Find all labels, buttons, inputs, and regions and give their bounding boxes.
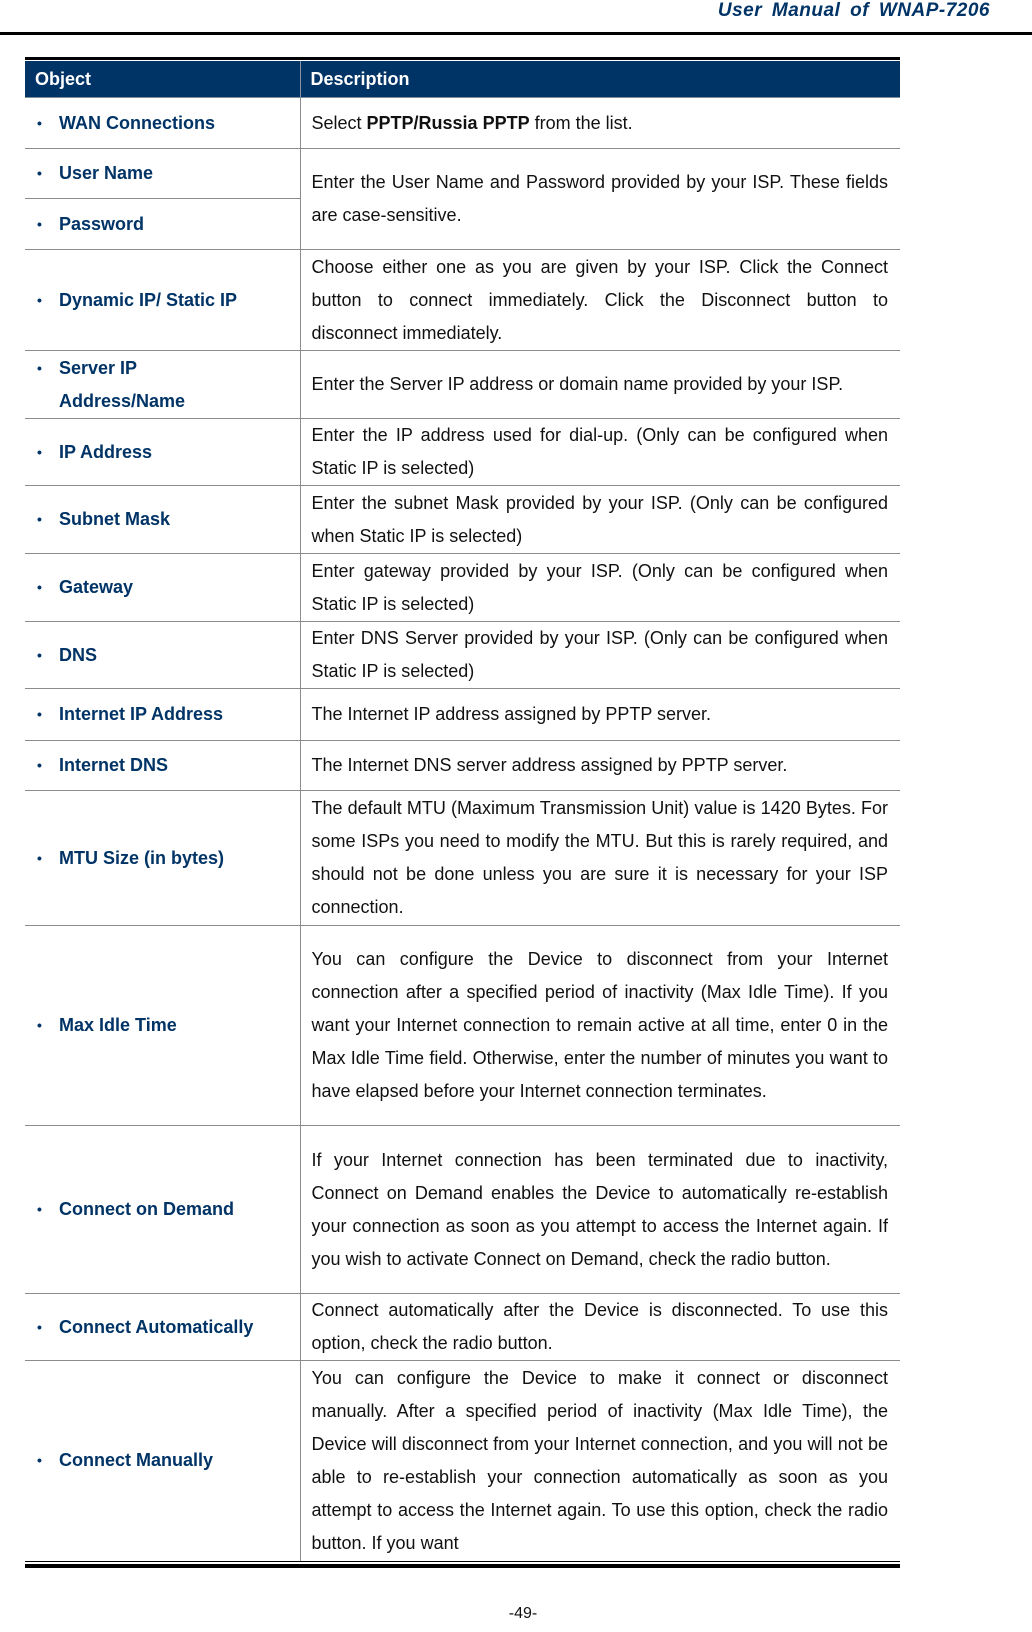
- object-cell: • MTU Size (in bytes): [25, 790, 301, 926]
- description-cell: Select PPTP/Russia PPTP from the list.: [300, 97, 900, 149]
- description-cell: Enter the User Name and Password provide…: [300, 148, 900, 250]
- object-label: Max Idle Time: [59, 1015, 177, 1035]
- object-label: Internet IP Address: [59, 704, 224, 724]
- table-row: • Connect on Demand If your Internet conn…: [25, 1125, 900, 1294]
- object-label: Server IP Address/Name: [59, 357, 186, 411]
- table-header-row: Object Description: [25, 61, 900, 98]
- bullet-icon: •: [37, 511, 42, 527]
- bullet-icon: •: [37, 706, 42, 722]
- object-label: User Name: [59, 163, 154, 183]
- bullet-icon: •: [37, 1452, 42, 1469]
- table-row: • Internet DNS The Internet DNS server ad…: [25, 740, 900, 791]
- description-cell: Choose either one as you are given by yo…: [300, 249, 900, 351]
- description-text: Select: [311, 112, 367, 133]
- description-text: from the list.: [529, 112, 633, 133]
- description-cell: Enter DNS Server provided by your ISP. (…: [300, 621, 900, 689]
- object-cell: • Server IP Address/Name: [25, 350, 301, 419]
- bullet-icon: •: [37, 579, 42, 595]
- table-row: • IP Address Enter the IP address used fo…: [25, 418, 900, 486]
- object-label: DNS: [59, 644, 98, 665]
- page-header: User Manual of WNAP-7206: [0, 0, 1032, 36]
- table-row: • Server IP Address/Name Enter the Server…: [25, 350, 900, 419]
- bullet-icon: •: [37, 443, 42, 460]
- object-cell: • Internet IP Address: [25, 688, 301, 741]
- bullet-icon: •: [37, 215, 42, 232]
- parameter-table: Object Description • WAN Connections Sele…: [25, 57, 900, 1568]
- object-cell: • IP Address: [25, 418, 301, 486]
- table-row: • Max Idle Time You can configure the Dev…: [25, 925, 900, 1126]
- bullet-icon: •: [37, 1201, 42, 1217]
- table-row: • WAN Connections Select PPTP/Russia PPTP…: [25, 97, 900, 149]
- manual-title: User Manual of WNAP-7206: [717, 0, 990, 21]
- object-label: Connect on Demand: [59, 1199, 235, 1219]
- bullet-icon: •: [37, 1017, 42, 1033]
- object-label: Dynamic IP/ Static IP: [59, 289, 238, 310]
- bullet-icon: •: [37, 359, 42, 376]
- object-cell: • Connect on Demand: [25, 1125, 301, 1294]
- object-label: Password: [59, 213, 145, 234]
- object-cell: • Password: [25, 198, 301, 250]
- object-label: MTU Size (in bytes): [59, 847, 225, 868]
- description-cell: You can configure the Device to disconne…: [300, 925, 900, 1126]
- description-cell: The default MTU (Maximum Transmission Un…: [300, 790, 900, 926]
- description-cell: Enter the Server IP address or domain na…: [300, 350, 900, 419]
- table-row: • Dynamic IP/ Static IP Choose either one…: [25, 249, 900, 351]
- table-row: • DNS Enter DNS Server provided by your I…: [25, 621, 900, 689]
- object-cell: • Subnet Mask: [25, 485, 301, 554]
- table-row: • Gateway Enter gateway provided by your …: [25, 553, 900, 622]
- column-header-description: Description: [299, 61, 900, 98]
- bullet-icon: •: [37, 849, 42, 866]
- object-label: Connect Automatically: [59, 1316, 254, 1337]
- object-cell: • Internet DNS: [25, 740, 301, 791]
- bullet-icon: •: [37, 646, 42, 663]
- bullet-icon: •: [37, 1318, 42, 1335]
- object-label: Subnet Mask: [59, 509, 171, 529]
- page-number: -49-: [508, 1605, 538, 1622]
- object-cell: • Gateway: [25, 553, 301, 622]
- description-cell: Enter the subnet Mask provided by your I…: [300, 485, 900, 554]
- table-row: • Connect Automatically Connect automatic…: [25, 1293, 900, 1361]
- column-header-object: Object: [25, 61, 301, 98]
- description-cell: The Internet IP address assigned by PPTP…: [300, 688, 900, 741]
- object-label: WAN Connections: [59, 112, 215, 133]
- bullet-icon: •: [37, 165, 42, 181]
- table-bottom-rule-thick: [25, 1563, 900, 1568]
- description-cell: You can configure the Device to make it …: [311, 1367, 889, 1553]
- object-label: Gateway: [59, 577, 134, 597]
- object-cell: • DNS: [25, 621, 301, 689]
- description-cell: If your Internet connection has been ter…: [300, 1125, 900, 1294]
- object-label: Internet DNS: [59, 755, 169, 775]
- object-cell: • Max Idle Time: [25, 925, 301, 1126]
- table-row: • Internet IP Address The Internet IP add…: [25, 688, 900, 741]
- description-cell: Enter the IP address used for dial-up. (…: [300, 418, 900, 486]
- header-rule: [0, 32, 1032, 35]
- table-row: • User Name Enter the User Name and Passw…: [25, 148, 900, 250]
- object-cell: • Connect Manually: [25, 1360, 301, 1561]
- table-row: • Subnet Mask Enter the subnet Mask provi…: [25, 485, 900, 554]
- table-row: • MTU Size (in bytes) The default MTU (Ma…: [25, 790, 900, 926]
- object-cell: • WAN Connections: [25, 97, 301, 149]
- object-cell: • Dynamic IP/ Static IP: [25, 249, 301, 351]
- description-cell: Enter gateway provided by your ISP. (Onl…: [300, 553, 900, 622]
- bullet-icon: •: [37, 757, 42, 773]
- description-cell: Connect automatically after the Device i…: [300, 1293, 900, 1361]
- object-cell: • User Name: [25, 148, 301, 199]
- table-row: • Connect Manually You can configure the …: [25, 1360, 900, 1561]
- bullet-icon: •: [37, 114, 42, 131]
- bullet-icon: •: [37, 291, 42, 308]
- description-keyword: PPTP/Russia PPTP: [366, 112, 530, 133]
- object-label: Connect Manually: [59, 1450, 214, 1471]
- object-label: IP Address: [59, 441, 153, 462]
- object-description-table: Object Description • WAN Connections Sele…: [25, 61, 900, 1561]
- description-cell: The Internet DNS server address assigned…: [300, 740, 900, 791]
- object-cell: • Connect Automatically: [25, 1293, 301, 1361]
